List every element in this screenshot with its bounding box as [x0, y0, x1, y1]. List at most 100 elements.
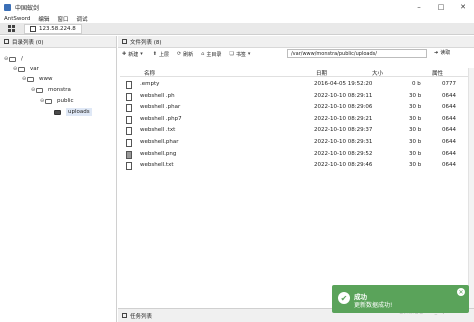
- tree-label: /: [21, 56, 23, 62]
- file-name: webshell.txt: [140, 162, 174, 169]
- file-perm: 0644: [442, 127, 456, 134]
- file-name: .empty: [140, 81, 160, 87]
- column-size[interactable]: 大小: [372, 69, 383, 77]
- refresh-icon: ⟳: [176, 51, 182, 57]
- table-row[interactable]: webshell.png 2022-10-10 08:29:52 30 b 06…: [120, 149, 472, 161]
- vertical-scrollbar[interactable]: [468, 68, 474, 308]
- toast-close-button[interactable]: ✕: [457, 288, 465, 296]
- read-label: 读取: [440, 50, 451, 56]
- table-row[interactable]: webshell .phar 2022-10-10 08:29:06 30 b …: [120, 102, 472, 114]
- window-title: 中国蚁剑: [15, 4, 40, 12]
- file-panel: 文件列表 (8) ✚ 新建 ▾ ⬆ 上层 ⟳ 刷新 ⌂ 主目录 ❏ 书签 ▾ /…: [118, 36, 474, 308]
- file-date: 2022-10-10 08:29:21: [314, 115, 373, 122]
- up-button[interactable]: ⬆ 上层: [153, 51, 169, 58]
- up-label: 上层: [158, 51, 169, 58]
- tab-home[interactable]: [6, 24, 16, 34]
- new-button[interactable]: ✚ 新建 ▾: [122, 51, 145, 58]
- file-date: 2016-04-05 19:52:20: [314, 81, 373, 87]
- column-date[interactable]: 日期: [316, 69, 327, 77]
- maximize-button[interactable]: □: [430, 0, 452, 14]
- tree-node-public[interactable]: ⊖ public: [40, 96, 74, 106]
- tree-node-monstra[interactable]: ⊖ monstra: [31, 85, 71, 95]
- tree-node-uploads[interactable]: uploads: [49, 107, 92, 117]
- grid-icon: [7, 25, 15, 32]
- file-size: 0 b: [412, 81, 421, 87]
- arrow-right-icon: ➜: [434, 49, 439, 56]
- file-icon: [126, 81, 132, 89]
- file-size: 30 b: [409, 92, 422, 99]
- table-row[interactable]: webshell.txt 2022-10-10 08:29:46 30 b 06…: [120, 160, 472, 172]
- file-table-body: .empty 2016-04-05 19:52:20 0 b 0777 webs…: [120, 79, 472, 172]
- menu-window[interactable]: 窗口: [57, 15, 68, 23]
- file-perm: 0644: [442, 115, 456, 122]
- tree-label: www: [39, 76, 53, 82]
- menu-edit[interactable]: 编辑: [38, 15, 49, 23]
- file-perm: 0644: [442, 150, 456, 157]
- task-panel-title: 任务列表: [130, 313, 153, 320]
- table-row[interactable]: webshell .ph 2022-10-10 08:29:11 30 b 06…: [120, 91, 472, 103]
- folder-icon: [18, 66, 25, 72]
- file-icon: [126, 127, 132, 136]
- file-date: 2022-10-10 08:29:37: [314, 127, 373, 134]
- file-size: 30 b: [409, 104, 422, 111]
- title-bar: 中国蚁剑 – □ ✕: [0, 0, 474, 14]
- bookmark-button[interactable]: ❏ 书签 ▾: [229, 51, 252, 58]
- file-icon: [126, 92, 132, 101]
- window-controls: – □ ✕: [408, 0, 474, 14]
- home-button[interactable]: ⌂ 主目录: [201, 51, 221, 58]
- file-icon: [126, 162, 132, 171]
- tree-label-selected: uploads: [66, 108, 92, 116]
- file-size: 30 b: [409, 115, 422, 122]
- close-button[interactable]: ✕: [452, 0, 474, 14]
- tab-shell[interactable]: 123.58.224.8: [24, 23, 82, 34]
- column-perm[interactable]: 属性: [432, 69, 443, 77]
- file-perm: 0777: [442, 81, 456, 87]
- app-icon: [4, 3, 11, 11]
- file-icon: [126, 115, 132, 124]
- table-row[interactable]: .empty 2016-04-05 19:52:20 0 b 0777: [120, 79, 472, 91]
- file-size: 30 b: [409, 138, 422, 145]
- tree-node-var[interactable]: ⊖ var: [13, 64, 39, 74]
- home-icon: ⌂: [201, 51, 205, 57]
- chevron-down-icon: ▾: [140, 51, 143, 57]
- plus-icon: ✚: [122, 51, 127, 57]
- list-icon: [4, 39, 9, 44]
- file-table-header: 名称 日期 大小 属性: [120, 68, 472, 77]
- tree-node-www[interactable]: ⊖ www: [22, 74, 53, 84]
- tab-bar: 123.58.224.8: [0, 23, 474, 35]
- file-perm: 0644: [442, 138, 456, 145]
- table-row[interactable]: webshell.phar 2022-10-10 08:29:31 30 b 0…: [120, 137, 472, 149]
- success-toast: ✔ 成功 更新数据成功! ✕: [332, 285, 469, 313]
- tree-node-root[interactable]: ⊖ /: [4, 54, 23, 64]
- column-name[interactable]: 名称: [144, 69, 155, 77]
- arrow-up-icon: ⬆: [152, 51, 157, 57]
- tree-label: var: [30, 66, 39, 72]
- folder-icon: [9, 56, 16, 62]
- file-icon: [126, 138, 132, 147]
- minimize-button[interactable]: –: [408, 0, 430, 14]
- file-size: 30 b: [409, 150, 422, 157]
- file-date: 2022-10-10 08:29:06: [314, 104, 373, 111]
- refresh-button[interactable]: ⟳ 刷新: [177, 51, 193, 58]
- file-perm: 0644: [442, 92, 456, 99]
- table-row[interactable]: webshell .php7 2022-10-10 08:29:21 30 b …: [120, 114, 472, 126]
- table-row[interactable]: webshell .txt 2022-10-10 08:29:37 30 b 0…: [120, 125, 472, 137]
- image-file-icon: [126, 150, 132, 159]
- file-date: 2022-10-10 08:29:52: [314, 150, 373, 157]
- list-icon: [122, 39, 127, 44]
- file-perm: 0644: [442, 162, 456, 169]
- file-date: 2022-10-10 08:29:46: [314, 162, 373, 169]
- file-size: 30 b: [409, 162, 422, 169]
- menu-debug[interactable]: 调试: [76, 15, 87, 23]
- directory-panel: 目录列表 (0) ⊖ / ⊖ var ⊖ www ⊖ monstra ⊖ pub…: [0, 36, 117, 322]
- path-input[interactable]: /var/www/monstra/public/uploads/: [287, 49, 427, 58]
- chevron-down-icon: ▾: [247, 51, 251, 57]
- directory-panel-header: 目录列表 (0): [0, 36, 116, 48]
- tree-label: public: [57, 98, 74, 104]
- bookmark-icon: ❏: [229, 51, 234, 57]
- file-name: webshell .php7: [140, 115, 182, 122]
- menu-antsword[interactable]: AntSword: [4, 16, 30, 22]
- new-label: 新建: [128, 51, 139, 58]
- read-button[interactable]: ➜ 读取: [434, 49, 451, 57]
- folder-open-icon: [54, 109, 61, 115]
